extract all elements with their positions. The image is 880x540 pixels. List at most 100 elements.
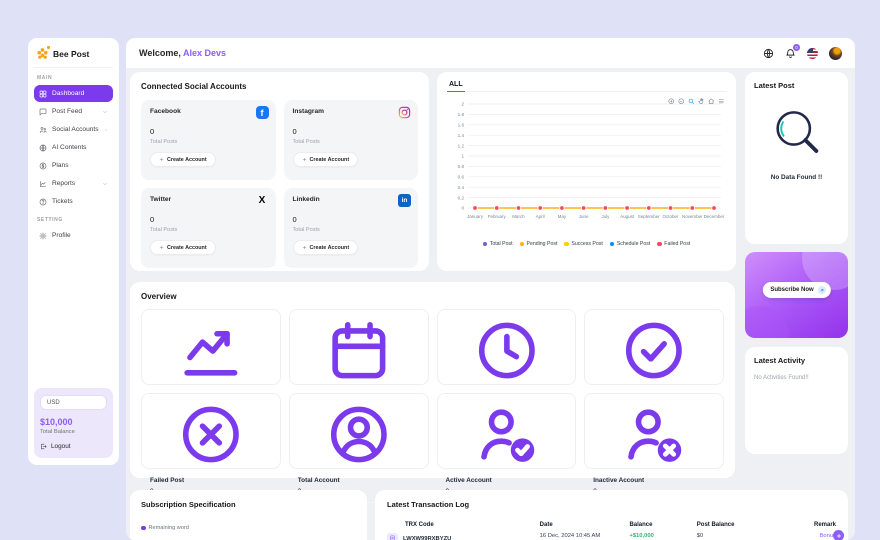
- wallet-card: USD $10,000 Total Balance Logout: [34, 388, 113, 458]
- clock-icon: [446, 317, 568, 384]
- menu-icon[interactable]: [718, 98, 725, 105]
- column-header-post-balance: Post Balance: [697, 522, 805, 528]
- legend-item-success-post[interactable]: Success Post: [564, 241, 602, 247]
- plus-icon: [159, 157, 164, 162]
- sidebar-item-label: AI Contents: [52, 144, 86, 151]
- remark-cell: Bonus: [805, 533, 836, 539]
- social-account-card-linkedin: Linkedinin0Total PostsCreate Account: [284, 188, 419, 268]
- profile-icon: [39, 232, 47, 240]
- logout-button[interactable]: Logout: [40, 443, 107, 450]
- sidebar-item-tickets[interactable]: Tickets: [34, 193, 113, 210]
- total-balance-value: $10,000: [40, 417, 107, 427]
- latest-post-empty-text: No Data Found !!: [754, 174, 839, 181]
- create-account-button[interactable]: Create Account: [293, 240, 359, 255]
- svg-text:0.6: 0.6: [458, 175, 465, 180]
- sidebar-item-label: Dashboard: [52, 90, 84, 97]
- subscription-title: Subscription Specification: [141, 500, 356, 509]
- sidebar-item-reports[interactable]: Reports: [34, 175, 113, 192]
- receipt-icon: [387, 533, 398, 540]
- sidebar-item-label: Profile: [52, 232, 71, 239]
- latest-post-title: Latest Post: [754, 81, 839, 90]
- total-posts-value: 0: [293, 215, 410, 224]
- svg-text:April: April: [536, 214, 545, 219]
- total-posts-value: 0: [293, 127, 410, 136]
- sidebar-item-label: Social Accounts: [52, 126, 99, 133]
- legend-item-pending-post[interactable]: Pending Post: [520, 241, 558, 247]
- column-header-trx-code: TRX Code: [387, 522, 540, 528]
- line-chart: 00.20.40.60.811.21.41.61.82JanuaryFebrua…: [447, 96, 726, 236]
- notification-bell-icon[interactable]: 0: [785, 48, 796, 59]
- overview-card-total-post: Total Post0View AllThis Year: [141, 309, 281, 385]
- legend-label: Failed Post: [664, 241, 690, 247]
- svg-text:May: May: [558, 214, 567, 219]
- sidebar-item-profile[interactable]: Profile: [34, 227, 113, 244]
- total-posts-value: 0: [150, 127, 267, 136]
- app-logo: Bee Post: [34, 45, 113, 68]
- sidebar-item-ai-contents[interactable]: AI Contents: [34, 139, 113, 156]
- overview-card-active-account: Active Account0View AllThis Year: [437, 393, 577, 469]
- create-account-button[interactable]: Create Account: [293, 152, 359, 167]
- sidebar-section-label: SETTING: [37, 217, 110, 223]
- check-circle-icon: [593, 317, 715, 384]
- overview-card-failed-post: Failed Post0View AllThis Year: [141, 393, 281, 469]
- selection-zoom-icon[interactable]: [688, 98, 695, 105]
- sidebar-item-social-accounts[interactable]: Social Accounts: [34, 121, 113, 138]
- calendar-icon: [298, 317, 420, 384]
- stat-label: Inactive Account: [593, 477, 715, 484]
- svg-text:1.8: 1.8: [458, 112, 465, 117]
- latest-activity-card: Latest Activity No Activities Found!!: [745, 347, 848, 454]
- user-avatar[interactable]: [829, 47, 842, 60]
- magnifier-illustration-icon: [754, 104, 839, 162]
- total-posts-label: Total Posts: [293, 139, 410, 145]
- tickets-icon: [39, 198, 47, 206]
- trx-code-value: LWXW99RXBYZU: [403, 536, 451, 540]
- legend-item-total-post[interactable]: Total Post: [483, 241, 513, 247]
- date-cell: 16 Dec, 2024 10:45 AM: [540, 533, 630, 539]
- post-feed-icon: [39, 108, 47, 116]
- overview-title: Overview: [141, 292, 724, 301]
- total-posts-label: Total Posts: [150, 227, 267, 233]
- sidebar-item-dashboard[interactable]: Dashboard: [34, 85, 113, 102]
- user-check-icon: [446, 401, 568, 468]
- create-account-button[interactable]: Create Account: [150, 240, 216, 255]
- home-icon[interactable]: [708, 98, 715, 105]
- total-posts-label: Total Posts: [150, 139, 267, 145]
- legend-dot: [657, 242, 662, 247]
- panning-icon[interactable]: [698, 98, 705, 105]
- subscription-specification-card: Subscription Specification Remaining wor…: [130, 490, 367, 540]
- legend-label: Pending Post: [527, 241, 558, 247]
- topbar: Welcome, Alex Devs 0: [126, 38, 855, 68]
- svg-text:1.4: 1.4: [458, 133, 465, 138]
- zoom-out-icon[interactable]: [678, 98, 685, 105]
- sidebar-item-post-feed[interactable]: Post Feed: [34, 103, 113, 120]
- create-account-button[interactable]: Create Account: [150, 152, 216, 167]
- plus-icon: [159, 245, 164, 250]
- twitter-icon: X: [256, 194, 269, 207]
- tab-all[interactable]: ALL: [447, 81, 465, 92]
- transactions-title: Latest Transaction Log: [387, 500, 836, 509]
- subscribe-now-button[interactable]: Subscribe Now: [762, 282, 830, 298]
- legend-label: Remaining word: [149, 525, 189, 531]
- chevron-down-icon: [102, 109, 108, 115]
- language-flag-icon[interactable]: [807, 48, 818, 59]
- main-panel: Welcome, Alex Devs 0 Connected Social Ac…: [126, 38, 855, 540]
- sidebar-item-plans[interactable]: Plans: [34, 157, 113, 174]
- logout-icon: [40, 443, 47, 450]
- overview-card-schedule-post: Schedule Post0View AllThis Year: [437, 309, 577, 385]
- legend-label: Schedule Post: [617, 241, 650, 247]
- currency-select[interactable]: USD: [40, 395, 107, 410]
- chart-toolbar: [668, 98, 725, 105]
- legend-item-failed-post[interactable]: Failed Post: [657, 241, 690, 247]
- chart-tabs: ALL: [447, 81, 726, 92]
- notification-badge: 0: [793, 44, 800, 51]
- legend-dot: [520, 242, 525, 247]
- add-transaction-button[interactable]: [833, 530, 844, 540]
- ai-contents-icon: [39, 144, 47, 152]
- svg-text:0.2: 0.2: [458, 195, 465, 200]
- globe-icon[interactable]: [763, 48, 774, 59]
- svg-text:1: 1: [461, 154, 464, 159]
- bee-logo-icon: [36, 47, 49, 60]
- zoom-in-icon[interactable]: [668, 98, 675, 105]
- legend-item-schedule-post[interactable]: Schedule Post: [610, 241, 650, 247]
- create-account-label: Create Account: [310, 157, 350, 163]
